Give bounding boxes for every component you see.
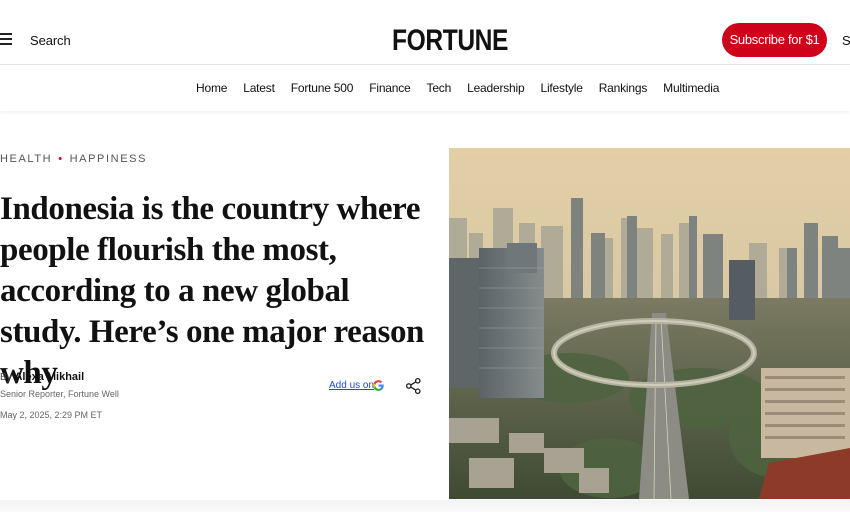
category-happiness-link[interactable]: HAPPINESS [70, 153, 147, 165]
google-g-icon[interactable] [372, 379, 385, 392]
hero-image-jakarta-skyline [449, 148, 850, 499]
hamburger-menu-icon[interactable] [0, 33, 12, 45]
author-link[interactable]: Alexa Mikhail [14, 371, 84, 383]
publish-date: May 2, 2025, 2:29 PM ET [0, 410, 103, 420]
subscribe-button[interactable]: Subscribe for $1 [722, 23, 827, 57]
category-health-link[interactable]: HEALTH [0, 153, 52, 165]
byline: By Alexa Mikhail [0, 371, 84, 383]
category-separator-dot: • [58, 153, 64, 165]
nav-item-tech[interactable]: Tech [427, 81, 452, 95]
nav-item-fortune-500[interactable]: Fortune 500 [291, 81, 354, 95]
top-bar: Search FORTUNE Subscribe for $1 Si [0, 0, 850, 65]
share-icon[interactable] [405, 377, 422, 395]
sign-in-link[interactable]: Si [842, 33, 850, 48]
nav-item-lifestyle[interactable]: Lifestyle [540, 81, 582, 95]
main-nav: Home Latest Fortune 500 Finance Tech Leadersh… [0, 65, 850, 111]
nav-item-latest[interactable]: Latest [243, 81, 275, 95]
byline-prefix: By [0, 372, 12, 383]
author-role: Senior Reporter, Fortune Well [0, 389, 119, 399]
page-divider [0, 500, 850, 512]
search-button[interactable]: Search [30, 33, 71, 48]
add-us-on-google-link[interactable]: Add us on [329, 380, 374, 391]
nav-item-multimedia[interactable]: Multimedia [663, 81, 719, 95]
nav-list: Home Latest Fortune 500 Finance Tech Leadersh… [196, 81, 735, 95]
nav-item-leadership[interactable]: Leadership [467, 81, 525, 95]
nav-item-finance[interactable]: Finance [369, 81, 410, 95]
nav-item-rankings[interactable]: Rankings [599, 81, 648, 95]
fortune-logo[interactable]: FORTUNE [392, 24, 508, 58]
article-headline: Indonesia is the country where people fl… [0, 191, 425, 391]
article-categories: HEALTH • HAPPINESS [0, 153, 147, 165]
nav-item-home[interactable]: Home [196, 81, 227, 95]
